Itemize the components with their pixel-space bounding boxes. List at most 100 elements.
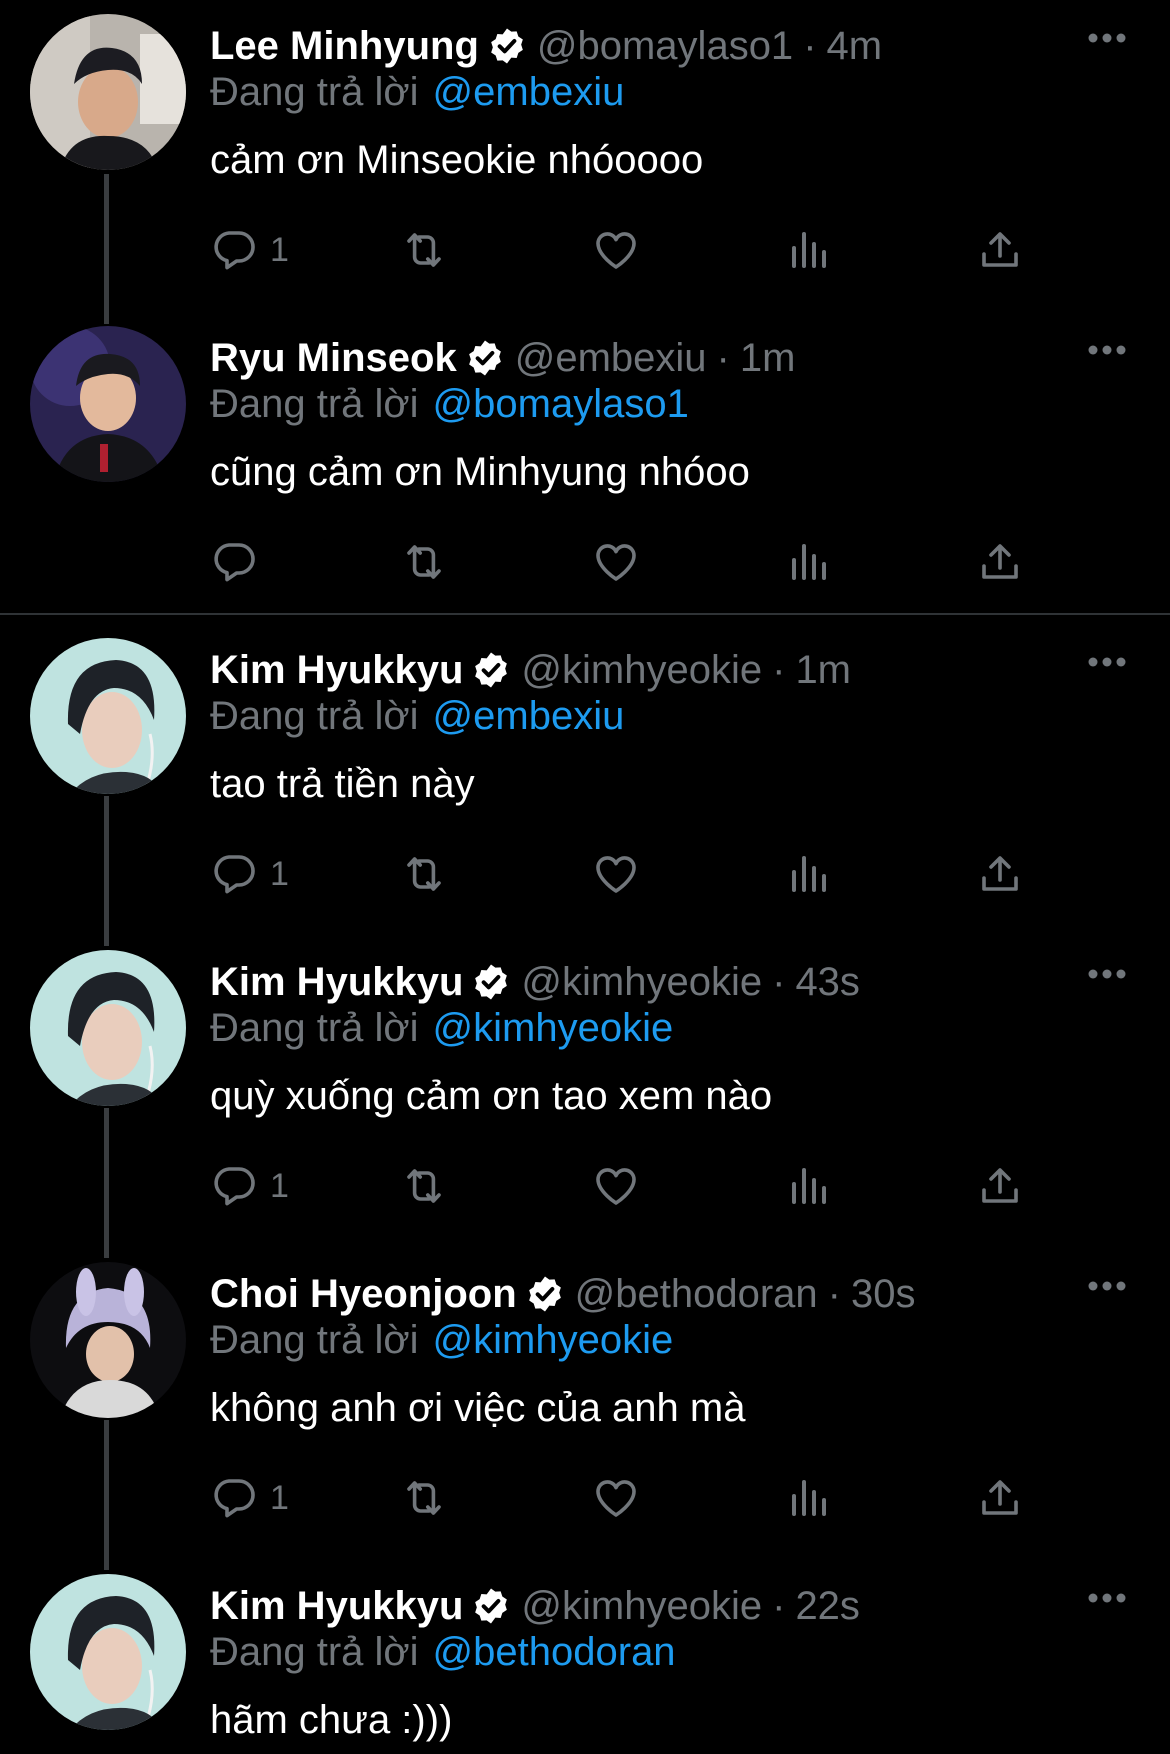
reply-button[interactable]: 1 (210, 222, 289, 278)
views-button[interactable] (784, 222, 832, 278)
views-button[interactable] (784, 846, 832, 902)
mention-link[interactable]: @kimhyeokie (433, 1006, 674, 1050)
replying-label: Đang trả lời (210, 1006, 419, 1050)
action-bar (210, 534, 1030, 590)
views-icon (784, 226, 832, 274)
retweet-button[interactable] (400, 222, 448, 278)
share-icon (976, 538, 1024, 586)
action-bar: 1 (210, 846, 1030, 902)
handle[interactable]: @bomaylaso1 (537, 24, 793, 69)
tweet-header: Choi Hyeonjoon @bethodoran · 30s (210, 1268, 915, 1320)
views-button[interactable] (784, 1470, 832, 1526)
tweet[interactable]: Ryu Minseok @embexiu · 1m Đang trả lời @b… (0, 312, 1170, 612)
mention-link[interactable]: @kimhyeokie (433, 1318, 674, 1362)
display-name[interactable]: Lee Minhyung (210, 24, 479, 69)
retweet-button[interactable] (400, 1470, 448, 1526)
more-options-icon[interactable] (1086, 30, 1128, 46)
mention-link[interactable]: @bethodoran (433, 1630, 676, 1674)
verified-badge-icon (471, 1586, 511, 1626)
views-button[interactable] (784, 534, 832, 590)
like-button[interactable] (592, 846, 640, 902)
reply-button[interactable] (210, 534, 270, 590)
mention-link[interactable]: @embexiu (433, 694, 625, 738)
like-button[interactable] (592, 1158, 640, 1214)
timestamp[interactable]: 43s (795, 960, 860, 1005)
avatar[interactable] (30, 638, 186, 794)
timestamp[interactable]: 4m (827, 24, 883, 69)
more-options-icon[interactable] (1086, 342, 1128, 358)
reply-button[interactable]: 1 (210, 846, 289, 902)
reply-icon (210, 850, 258, 898)
tweet-header: Kim Hyukkyu @kimhyeokie · 1m (210, 644, 851, 696)
verified-badge-icon (471, 650, 511, 690)
verified-badge-icon (465, 338, 505, 378)
handle[interactable]: @kimhyeokie (521, 648, 762, 693)
more-options-icon[interactable] (1086, 1590, 1128, 1606)
retweet-button[interactable] (400, 846, 448, 902)
handle[interactable]: @embexiu (515, 336, 707, 381)
share-button[interactable] (976, 1158, 1024, 1214)
reply-icon (210, 1474, 258, 1522)
more-options-icon[interactable] (1086, 654, 1128, 670)
timestamp[interactable]: 30s (851, 1272, 916, 1317)
tweet-text: cảm ơn Minseokie nhóoooo (210, 138, 704, 182)
avatar[interactable] (30, 14, 186, 170)
retweet-icon (400, 226, 448, 274)
timestamp[interactable]: 1m (795, 648, 851, 693)
like-button[interactable] (592, 222, 640, 278)
handle[interactable]: @kimhyeokie (521, 1584, 762, 1629)
action-bar: 1 (210, 222, 1030, 278)
more-options-icon[interactable] (1086, 1278, 1128, 1294)
share-button[interactable] (976, 222, 1024, 278)
reply-count: 1 (270, 230, 289, 269)
avatar[interactable] (30, 950, 186, 1106)
retweet-icon (400, 850, 448, 898)
share-button[interactable] (976, 846, 1024, 902)
views-button[interactable] (784, 1158, 832, 1214)
mention-link[interactable]: @bomaylaso1 (433, 382, 689, 426)
tweet[interactable]: Choi Hyeonjoon @bethodoran · 30s Đang tr… (0, 1248, 1170, 1560)
handle[interactable]: @bethodoran (575, 1272, 818, 1317)
share-button[interactable] (976, 534, 1024, 590)
share-icon (976, 1162, 1024, 1210)
mention-link[interactable]: @embexiu (433, 70, 625, 114)
timestamp[interactable]: 22s (795, 1584, 860, 1629)
display-name[interactable]: Kim Hyukkyu (210, 960, 463, 1005)
retweet-icon (400, 1162, 448, 1210)
display-name[interactable]: Kim Hyukkyu (210, 648, 463, 693)
replying-to: Đang trả lời @bomaylaso1 (210, 382, 689, 427)
tweet-text: tao trả tiền này (210, 762, 475, 806)
avatar[interactable] (30, 326, 186, 482)
display-name[interactable]: Ryu Minseok (210, 336, 457, 381)
reply-count: 1 (270, 854, 289, 893)
retweet-button[interactable] (400, 1158, 448, 1214)
like-button[interactable] (592, 1470, 640, 1526)
avatar[interactable] (30, 1262, 186, 1418)
display-name[interactable]: Kim Hyukkyu (210, 1584, 463, 1629)
replying-label: Đang trả lời (210, 1630, 419, 1674)
like-button[interactable] (592, 534, 640, 590)
like-icon (592, 226, 640, 274)
tweet-header: Ryu Minseok @embexiu · 1m (210, 332, 795, 384)
views-icon (784, 538, 832, 586)
tweet[interactable]: Kim Hyukkyu @kimhyeokie · 43s Đang trả l… (0, 936, 1170, 1248)
timestamp[interactable]: 1m (740, 336, 796, 381)
separator: · (772, 647, 786, 692)
handle[interactable]: @kimhyeokie (521, 960, 762, 1005)
reply-button[interactable]: 1 (210, 1158, 289, 1214)
verified-badge-icon (525, 1274, 565, 1314)
more-options-icon[interactable] (1086, 966, 1128, 982)
replying-to: Đang trả lời @bethodoran (210, 1630, 676, 1675)
retweet-button[interactable] (400, 534, 448, 590)
share-button[interactable] (976, 1470, 1024, 1526)
tweet[interactable]: Kim Hyukkyu @kimhyeokie · 22s Đang trả l… (0, 1560, 1170, 1754)
display-name[interactable]: Choi Hyeonjoon (210, 1272, 517, 1317)
reply-button[interactable]: 1 (210, 1470, 289, 1526)
replying-label: Đang trả lời (210, 382, 419, 426)
share-icon (976, 226, 1024, 274)
avatar[interactable] (30, 1574, 186, 1730)
tweet[interactable]: Lee Minhyung @bomaylaso1 · 4m Đang trả l… (0, 0, 1170, 312)
tweet[interactable]: Kim Hyukkyu @kimhyeokie · 1m Đang trả lờ… (0, 624, 1170, 936)
action-bar: 1 (210, 1158, 1030, 1214)
retweet-icon (400, 538, 448, 586)
